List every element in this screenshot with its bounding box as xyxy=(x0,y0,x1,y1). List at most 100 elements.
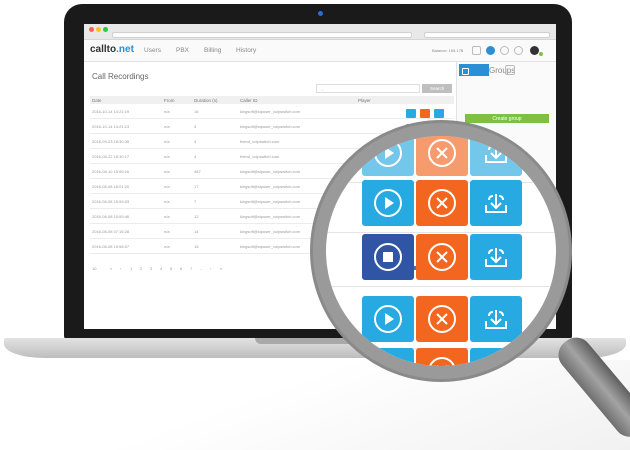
page-link[interactable]: 2 xyxy=(140,266,142,271)
cell-caller-id: kingsoft@sipuser_voipswitch.com xyxy=(240,244,301,249)
delete-icon xyxy=(428,357,456,366)
cell-from: n/a xyxy=(164,244,170,249)
page-link[interactable]: › xyxy=(210,266,211,271)
table-header: Date From Duration (s) Caller ID Player xyxy=(90,96,454,104)
search-button[interactable]: Search xyxy=(422,84,452,93)
cell-from: n/a xyxy=(164,109,170,114)
cell-from: n/a xyxy=(164,169,170,174)
download-icon xyxy=(488,362,504,366)
delete-button[interactable] xyxy=(416,348,468,366)
delete-button[interactable] xyxy=(416,136,468,176)
page-link[interactable]: 3 xyxy=(150,266,152,271)
maximize-window-icon[interactable] xyxy=(103,27,108,32)
browser-search-bar[interactable] xyxy=(424,32,550,38)
cell-date: 2016-10-14 14:21:19 xyxy=(92,109,130,114)
cell-from: n/a xyxy=(164,199,170,204)
nav-pbx[interactable]: PBX xyxy=(176,47,189,54)
download-icon xyxy=(485,144,507,163)
cell-caller-id: kingsoft@sipuser_voipswitch.com xyxy=(240,124,301,129)
minimize-window-icon[interactable] xyxy=(96,27,101,32)
cell-caller-id: friend_voipswitch.com xyxy=(240,154,280,159)
cell-caller-id: kingsoft@sipuser_voipswitch.com xyxy=(240,109,301,114)
download-button[interactable] xyxy=(434,109,444,118)
download-button[interactable] xyxy=(470,180,522,226)
col-from: From xyxy=(164,98,175,103)
delete-icon xyxy=(428,189,456,217)
cell-date: 2016-09-23 18:30:35 xyxy=(92,139,130,144)
play-button[interactable] xyxy=(362,296,414,342)
cell-from: n/a xyxy=(164,229,170,234)
cell-from: n/a xyxy=(164,214,170,219)
app-header: callto.net Users PBX Billing History Bal… xyxy=(84,40,556,62)
row-divider xyxy=(326,232,556,233)
cell-duration: 17 xyxy=(194,184,199,189)
page-link[interactable]: 7 xyxy=(190,266,192,271)
chat-icon[interactable] xyxy=(486,46,495,55)
delete-button[interactable] xyxy=(416,234,468,280)
grid-icon[interactable] xyxy=(472,46,481,55)
app-logo[interactable]: callto.net xyxy=(90,44,134,55)
clock-icon[interactable] xyxy=(514,46,523,55)
play-icon xyxy=(374,305,402,333)
stop-icon xyxy=(374,243,402,271)
page-link[interactable]: ‹ xyxy=(120,266,121,271)
nav-billing[interactable]: Billing xyxy=(204,47,221,54)
marketing-scene: callto.net Users PBX Billing History Bal… xyxy=(0,0,630,450)
page-link[interactable]: 6 xyxy=(180,266,182,271)
play-icon xyxy=(374,189,402,217)
create-group-button[interactable]: Create group xyxy=(465,114,549,123)
download-icon xyxy=(485,194,507,213)
stop-button[interactable] xyxy=(362,234,414,280)
row-divider xyxy=(326,286,556,287)
col-player: Player xyxy=(358,98,371,103)
download-button[interactable] xyxy=(470,234,522,280)
delete-button[interactable] xyxy=(416,296,468,342)
cell-date: 2016-08-08 18:01:20 xyxy=(92,184,130,189)
cell-from: n/a xyxy=(164,154,170,159)
play-button[interactable] xyxy=(362,180,414,226)
cell-duration: 4 xyxy=(194,139,197,144)
cell-from: n/a xyxy=(164,139,170,144)
close-window-icon[interactable] xyxy=(89,27,94,32)
page-link[interactable]: 1 xyxy=(130,266,132,271)
delete-button[interactable] xyxy=(420,109,430,118)
cell-from: n/a xyxy=(164,124,170,129)
cell-duration: 12 xyxy=(194,214,199,219)
download-icon xyxy=(485,248,507,267)
play-button[interactable] xyxy=(362,348,414,366)
delete-icon xyxy=(428,305,456,333)
cell-caller-id: kingsoft@sipuser_voipswitch.com xyxy=(240,184,301,189)
balance-display: Balance: 165.17$ xyxy=(432,48,464,53)
play-icon xyxy=(374,357,402,366)
page-link[interactable]: 4 xyxy=(160,266,162,271)
cell-date: 2016-08-08 07:16:28 xyxy=(92,229,130,234)
download-button[interactable] xyxy=(470,136,522,176)
cell-date: 2016-10-14 14:21:13 xyxy=(92,124,130,129)
address-bar[interactable] xyxy=(112,32,412,38)
delete-icon xyxy=(428,139,456,167)
play-button[interactable] xyxy=(406,109,416,118)
page-link[interactable]: « xyxy=(110,266,112,271)
phone-icon[interactable] xyxy=(500,46,509,55)
browser-chrome xyxy=(84,24,556,40)
avatar[interactable] xyxy=(530,46,539,55)
page-link[interactable]: 10 xyxy=(92,266,96,271)
logo-text: callto xyxy=(90,44,117,55)
nav-users[interactable]: Users xyxy=(144,47,161,54)
cell-date: 2016-08-08 15:59:46 xyxy=(92,214,130,219)
download-button[interactable] xyxy=(470,296,522,342)
nav-history[interactable]: History xyxy=(236,47,256,54)
groups-tab[interactable] xyxy=(459,64,489,76)
cell-duration: 16 xyxy=(194,109,199,114)
delete-button[interactable] xyxy=(416,180,468,226)
search-input[interactable]: ... xyxy=(316,84,420,93)
page-link[interactable]: ... xyxy=(200,266,203,271)
floor-shadow xyxy=(0,360,630,450)
page-link[interactable]: 5 xyxy=(170,266,172,271)
grid-view-icon[interactable] xyxy=(505,65,515,75)
page-link[interactable]: » xyxy=(220,266,222,271)
download-button[interactable] xyxy=(470,348,522,366)
play-button[interactable] xyxy=(362,136,414,176)
cell-from: n/a xyxy=(164,184,170,189)
cell-caller-id: kingsoft@sipuser_voipswitch.com xyxy=(240,229,301,234)
